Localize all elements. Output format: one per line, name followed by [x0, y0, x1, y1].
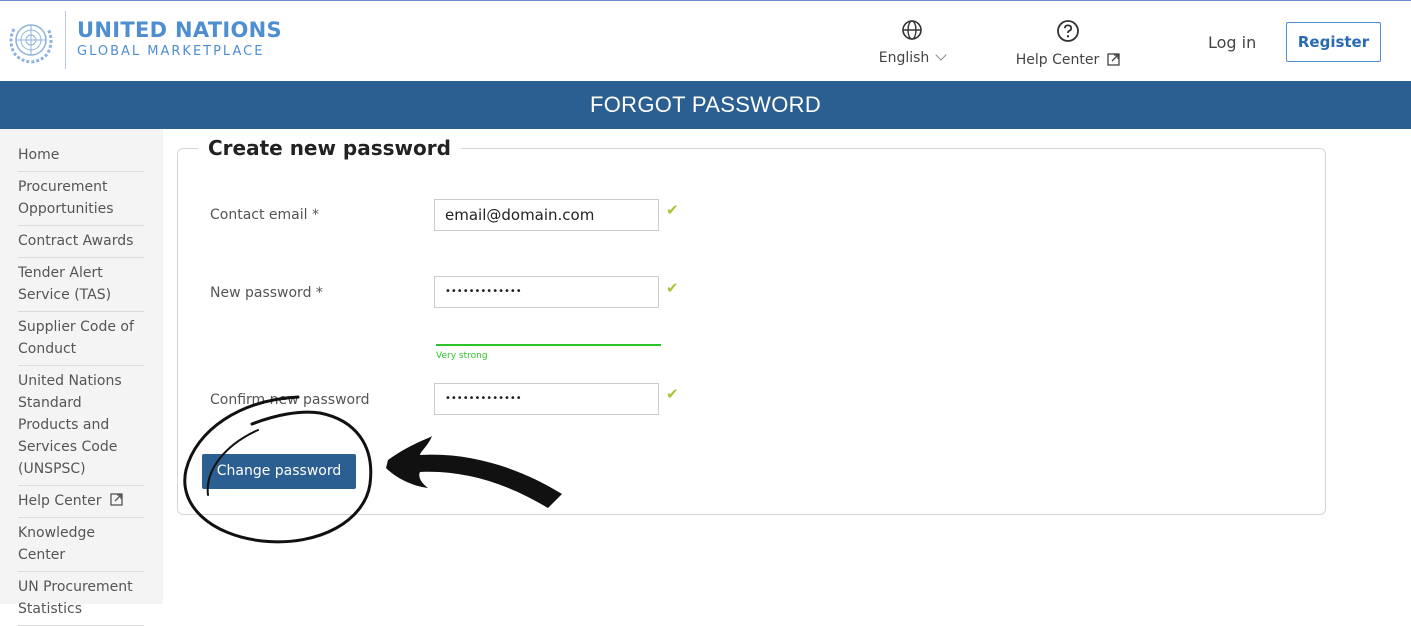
help-center-link[interactable]: Help Center	[1008, 19, 1128, 68]
external-link-icon	[109, 493, 123, 506]
password-strength-bar	[436, 344, 661, 346]
logo-divider	[65, 11, 66, 69]
language-selector[interactable]: English	[872, 19, 952, 66]
register-button[interactable]: Register	[1286, 22, 1381, 62]
confirm-password-label: Confirm new password	[210, 392, 370, 408]
new-password-valid-check-icon: ✔	[666, 279, 679, 297]
sidebar-item-unspsc[interactable]: United Nations Standard Products and Ser…	[18, 366, 144, 486]
sidebar-item-supplier-code-of-conduct[interactable]: Supplier Code of Conduct	[18, 312, 144, 366]
un-emblem-icon[interactable]	[6, 15, 56, 65]
email-valid-check-icon: ✔	[666, 201, 679, 219]
email-field[interactable]: email@domain.com	[434, 199, 659, 231]
language-label: English	[878, 50, 930, 66]
help-center-label: Help Center	[1015, 52, 1100, 68]
site-header: UNITED NATIONS GLOBAL MARKETPLACE Englis…	[0, 1, 1411, 81]
form-legend: Create new password	[198, 136, 461, 160]
page-title: FORGOT PASSWORD	[589, 92, 822, 117]
sidebar-item-procurement-opportunities[interactable]: Procurement Opportunities	[18, 172, 144, 226]
sidebar-item-help-center-label: Help Center	[18, 493, 102, 509]
sidebar-item-home[interactable]: Home	[18, 142, 144, 172]
globe-icon	[902, 20, 922, 40]
chevron-down-icon	[935, 49, 947, 61]
logo-title[interactable]: UNITED NATIONS	[77, 18, 282, 42]
sidebar-item-un-procurement-statistics[interactable]: UN Procurement Statistics	[18, 572, 144, 626]
page-banner: FORGOT PASSWORD	[0, 81, 1411, 129]
external-link-icon	[1107, 53, 1120, 66]
change-password-button[interactable]: Change password	[202, 454, 356, 489]
sidebar-item-knowledge-center[interactable]: Knowledge Center	[18, 518, 144, 572]
email-label: Contact email *	[210, 207, 319, 223]
confirm-password-valid-check-icon: ✔	[666, 385, 679, 403]
sidebar-nav: Home Procurement Opportunities Contract …	[18, 142, 144, 626]
sidebar-item-help-center[interactable]: Help Center	[18, 486, 144, 518]
question-circle-icon	[1057, 20, 1079, 42]
sidebar-item-contract-awards[interactable]: Contract Awards	[18, 226, 144, 258]
new-password-field[interactable]: •••••••••••••	[434, 276, 659, 308]
password-strength-label: Very strong	[436, 351, 488, 361]
new-password-label: New password *	[210, 285, 323, 301]
confirm-password-field[interactable]: •••••••••••••	[434, 383, 659, 415]
sidebar-item-tender-alert-service[interactable]: Tender Alert Service (TAS)	[18, 258, 144, 312]
logo-subtitle[interactable]: GLOBAL MARKETPLACE	[77, 44, 264, 59]
login-link[interactable]: Log in	[1208, 33, 1256, 52]
